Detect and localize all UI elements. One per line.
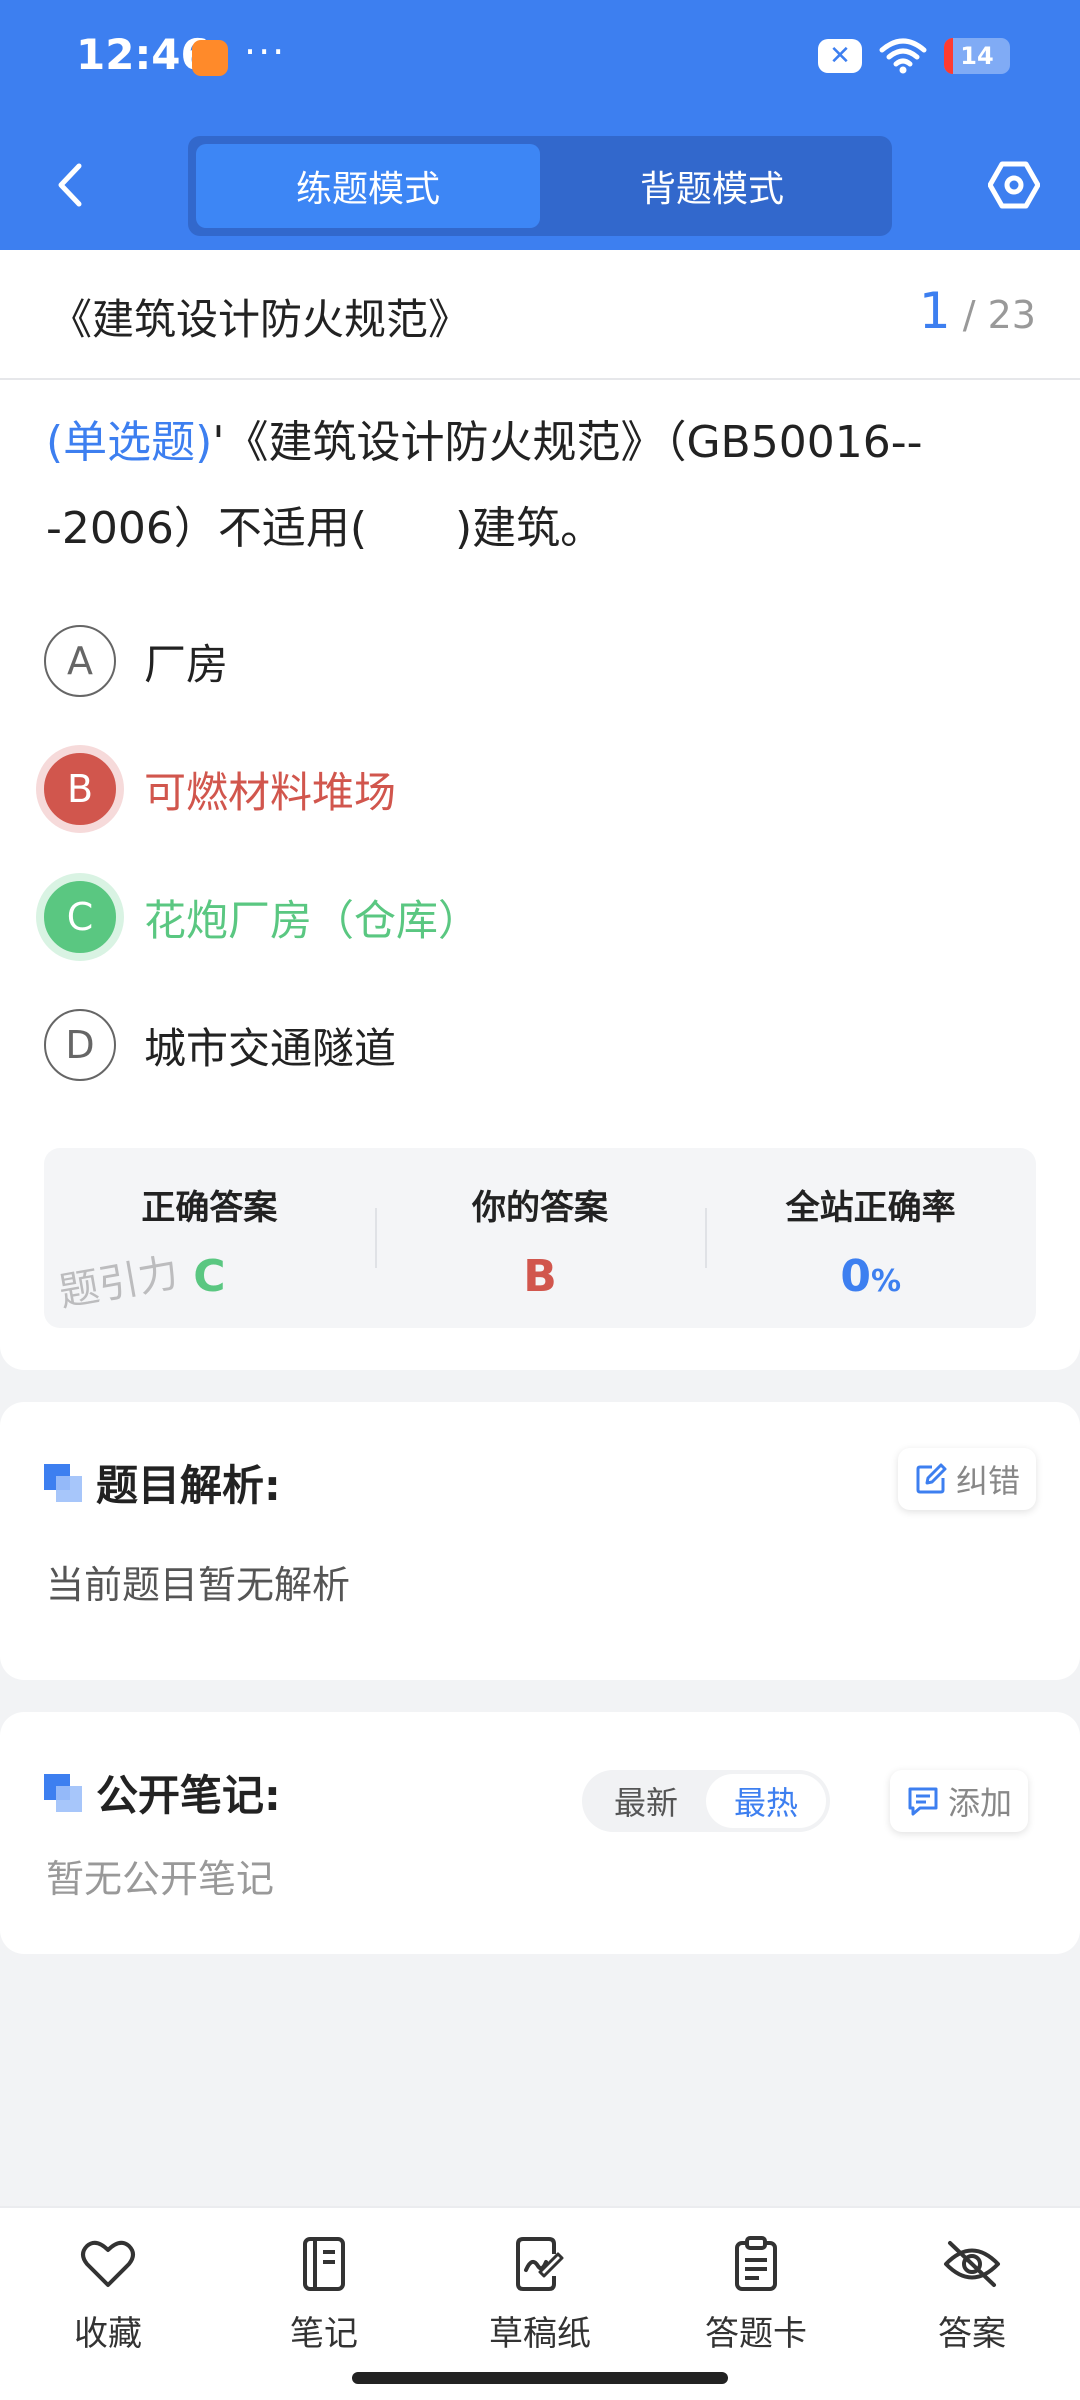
answer-sheet-icon	[726, 2234, 786, 2294]
tab-memorize-mode[interactable]: 背题模式	[540, 144, 884, 228]
section-square-icon	[44, 1463, 82, 1502]
app-notification-icon	[192, 40, 228, 76]
option-text: 厂房	[144, 639, 229, 689]
sort-latest[interactable]: 最新	[586, 1774, 706, 1828]
total-questions: / 23	[962, 293, 1036, 337]
analysis-body: 当前题目暂无解析	[46, 1563, 351, 1607]
notes-sort-switch: 最新 最热	[582, 1770, 830, 1832]
back-button[interactable]	[40, 155, 100, 215]
notebook-icon	[294, 2234, 354, 2294]
status-bar: 12:46 ··· ✕ 14	[0, 0, 1080, 120]
heart-icon	[78, 2234, 138, 2294]
correct-answer-label: 正确答案	[141, 1188, 278, 1228]
settings-hexagon-icon	[988, 161, 1040, 209]
option-text: 可燃材料堆场	[144, 767, 397, 817]
your-answer-label: 你的答案	[472, 1188, 608, 1228]
answer-summary: 正确答案 C 你的答案 B 全站正确率 0%	[44, 1148, 1036, 1328]
current-question-number: 1	[918, 282, 951, 340]
draft-paper-label: 草稿纸	[489, 2314, 591, 2354]
add-note-label: 添加	[948, 1784, 1013, 1822]
battery-icon: 14	[944, 38, 1010, 74]
question-text: (单选题)'《建筑设计防火规范》（GB50016---2006）不适用( )建筑…	[46, 400, 1036, 572]
more-notifications-icon: ···	[244, 30, 287, 74]
favorite-label: 收藏	[74, 2314, 142, 2354]
question-card: (单选题)'《建筑设计防火规范》（GB50016---2006）不适用( )建筑…	[0, 380, 1080, 1370]
site-accuracy: 全站正确率 0%	[705, 1148, 1036, 1328]
accuracy-unit: %	[870, 1264, 902, 1299]
analysis-title: 题目解析:	[96, 1461, 281, 1510]
settings-button[interactable]	[984, 155, 1044, 215]
option-letter: D	[44, 1009, 116, 1081]
bottom-toolbar: 收藏 笔记 草稿纸 答题卡 答案	[0, 2206, 1080, 2400]
home-indicator[interactable]	[352, 2372, 728, 2384]
show-answer-button[interactable]: 答案	[864, 2208, 1080, 2400]
comment-icon	[908, 1787, 938, 1816]
option-letter: A	[44, 625, 116, 697]
title-bar: 《建筑设计防火规范》 1 / 23	[0, 250, 1080, 380]
edit-icon	[916, 1463, 947, 1494]
mode-switch: 练题模式 背题模式	[188, 136, 892, 236]
notes-body: 暂无公开笔记	[46, 1857, 275, 1901]
section-square-icon	[44, 1773, 82, 1812]
battery-level: 14	[960, 42, 994, 70]
option-text: 花炮厂房（仓库）	[144, 895, 481, 945]
sort-hottest[interactable]: 最热	[706, 1774, 826, 1828]
wifi-icon	[879, 38, 927, 74]
accuracy-number: 0	[840, 1251, 871, 1302]
tab-practice-mode[interactable]: 练题模式	[196, 144, 540, 228]
option-c[interactable]: C 花炮厂房（仓库）	[44, 880, 480, 954]
option-text: 城市交通隧道	[144, 1023, 397, 1073]
book-title: 《建筑设计防火规范》	[50, 295, 471, 344]
your-answer: 你的答案 B	[374, 1148, 706, 1328]
analysis-header: 题目解析:	[44, 1452, 281, 1513]
app-header: 练题模式 背题模式	[0, 120, 1080, 250]
public-notes-section: 公开笔记: 最新 最热 添加 暂无公开笔记	[0, 1712, 1080, 1954]
analysis-section: 题目解析: 纠错 当前题目暂无解析	[0, 1402, 1080, 1680]
answer-sheet-label: 答题卡	[705, 2314, 807, 2354]
status-time: 12:46	[76, 30, 210, 79]
report-error-button[interactable]: 纠错	[898, 1448, 1037, 1510]
add-note-button[interactable]: 添加	[890, 1770, 1029, 1832]
question-counter: 1 / 23	[919, 282, 1036, 340]
option-d[interactable]: D 城市交通隧道	[44, 1008, 396, 1082]
option-a[interactable]: A 厂房	[44, 624, 228, 698]
nfc-icon: ✕	[818, 39, 862, 73]
question-type: (单选题)	[46, 417, 213, 468]
site-accuracy-value: 0%	[705, 1251, 1036, 1302]
draft-paper-icon	[510, 2234, 570, 2294]
option-b[interactable]: B 可燃材料堆场	[44, 752, 396, 826]
your-answer-value: B	[523, 1251, 557, 1302]
chevron-left-icon	[58, 163, 82, 207]
favorite-button[interactable]: 收藏	[0, 2208, 216, 2400]
report-error-label: 纠错	[956, 1462, 1021, 1500]
notes-header: 公开笔记:	[44, 1762, 281, 1823]
option-letter: B	[44, 753, 116, 825]
show-answer-label: 答案	[938, 2314, 1006, 2354]
eye-off-icon	[942, 2234, 1002, 2294]
notes-label: 笔记	[290, 2314, 358, 2354]
notes-title: 公开笔记:	[96, 1771, 281, 1820]
site-accuracy-label: 全站正确率	[785, 1188, 956, 1228]
option-letter: C	[44, 881, 116, 953]
